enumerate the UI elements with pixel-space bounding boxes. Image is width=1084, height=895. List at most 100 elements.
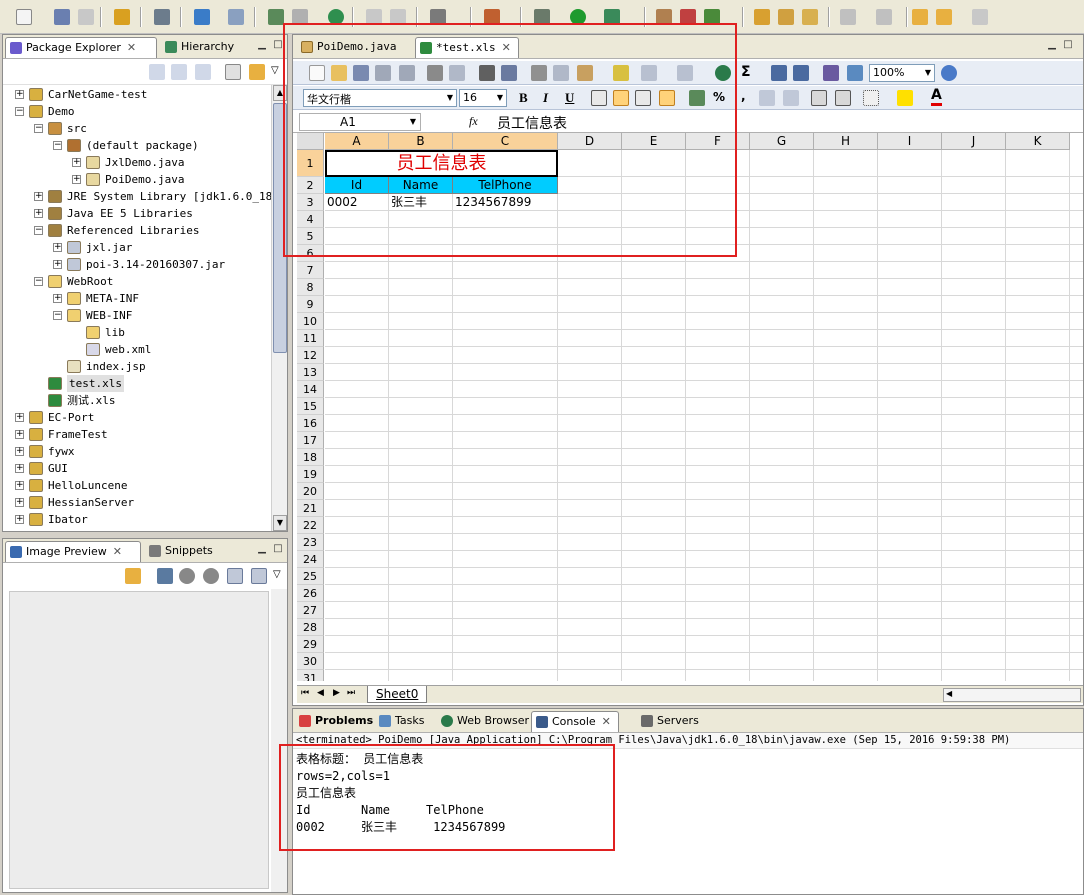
row-header[interactable]: 3: [297, 194, 324, 211]
tree-item[interactable]: − WEB-INF: [3, 307, 271, 324]
up-icon[interactable]: [195, 64, 211, 80]
merge-center-icon[interactable]: [659, 90, 675, 106]
folder-icon[interactable]: [802, 9, 818, 25]
collapse-icon[interactable]: −: [15, 107, 24, 116]
new-class-icon[interactable]: [656, 9, 672, 25]
cell-a2[interactable]: Id: [325, 177, 389, 194]
help-icon[interactable]: [941, 65, 957, 81]
tree-item[interactable]: test.xls: [3, 375, 271, 392]
tree-item[interactable]: + Java EE 5 Libraries: [3, 205, 271, 222]
open-folder-icon[interactable]: [754, 9, 770, 25]
formula-input[interactable]: 员工信息表: [497, 113, 567, 133]
row-header[interactable]: 16: [297, 415, 324, 432]
tab-poidemo-java[interactable]: PoiDemo.java: [297, 37, 413, 58]
close-icon[interactable]: ✕: [113, 545, 122, 558]
close-icon[interactable]: ✕: [602, 715, 611, 728]
collapse-icon[interactable]: −: [53, 141, 62, 150]
cut-icon[interactable]: [531, 65, 547, 81]
autosum-icon[interactable]: Σ: [741, 64, 751, 80]
view-menu-icon[interactable]: ▽: [271, 65, 279, 76]
zoom-in-icon[interactable]: [203, 568, 219, 584]
row-header[interactable]: 28: [297, 619, 324, 636]
name-box[interactable]: A1 ▼: [299, 113, 421, 131]
window-icon[interactable]: [292, 9, 308, 25]
collapse-icon[interactable]: −: [34, 124, 43, 133]
zoom-out-icon[interactable]: [179, 568, 195, 584]
borders-icon[interactable]: [863, 90, 879, 106]
search-icon[interactable]: [228, 9, 244, 25]
print-preview-icon[interactable]: [449, 65, 465, 81]
link-icon[interactable]: [125, 568, 141, 584]
sort-ascending-icon[interactable]: [771, 65, 787, 81]
print-icon[interactable]: [427, 65, 443, 81]
camera-icon[interactable]: [430, 9, 446, 25]
align-right-icon[interactable]: [635, 90, 651, 106]
column-header[interactable]: A: [325, 133, 389, 150]
function-icon[interactable]: fx: [469, 114, 478, 129]
row-header[interactable]: 22: [297, 517, 324, 534]
bold-button[interactable]: B: [519, 90, 528, 106]
expand-icon[interactable]: +: [15, 481, 24, 490]
maximize-icon[interactable]: □: [1061, 39, 1075, 53]
tree-item[interactable]: − (default package): [3, 137, 271, 154]
tree-item[interactable]: − Referenced Libraries: [3, 222, 271, 239]
fit-icon[interactable]: [157, 568, 173, 584]
column-header[interactable]: E: [622, 133, 686, 150]
tree-item[interactable]: + GUI: [3, 460, 271, 477]
research-icon[interactable]: [501, 65, 517, 81]
tree-item[interactable]: + EC-Port: [3, 409, 271, 426]
tree-item[interactable]: + HelloLuncene: [3, 477, 271, 494]
tree-item[interactable]: + jxl.jar: [3, 239, 271, 256]
cell-b2[interactable]: Name: [389, 177, 453, 194]
tree-item[interactable]: + META-INF: [3, 290, 271, 307]
select-all-corner[interactable]: [297, 133, 324, 150]
minimize-icon[interactable]: ▁: [1045, 39, 1059, 53]
tree-item[interactable]: + JRE System Library [jdk1.6.0_18]: [3, 188, 271, 205]
refresh-icon[interactable]: [704, 9, 720, 25]
mail-icon[interactable]: [399, 65, 415, 81]
tab-problems[interactable]: Problems: [295, 711, 373, 732]
link-editor-icon[interactable]: [249, 64, 265, 80]
close-icon[interactable]: ✕: [127, 41, 136, 54]
hyperlink-icon[interactable]: [715, 65, 731, 81]
wizard-icon[interactable]: [484, 9, 500, 25]
scroll-thumb[interactable]: [273, 103, 287, 353]
tree-item[interactable]: + CarNetGame-test: [3, 86, 271, 103]
paste-icon[interactable]: [577, 65, 593, 81]
currency-icon[interactable]: [689, 90, 705, 106]
tree-item[interactable]: + fywx: [3, 443, 271, 460]
next-sheet-icon[interactable]: ▶: [333, 688, 340, 698]
sort-descending-icon[interactable]: [793, 65, 809, 81]
tab-web-browser[interactable]: Web Browser: [437, 711, 529, 732]
tree-item[interactable]: + Ibator: [3, 511, 271, 528]
column-header[interactable]: G: [750, 133, 814, 150]
row-header[interactable]: 17: [297, 432, 324, 449]
tab-console[interactable]: Console ✕: [531, 711, 619, 732]
tab-package-explorer[interactable]: Package Explorer ✕: [5, 37, 157, 58]
horizontal-scrollbar[interactable]: ◀: [943, 688, 1081, 702]
row-header[interactable]: 15: [297, 398, 324, 415]
expand-icon[interactable]: +: [15, 413, 24, 422]
row-header[interactable]: 11: [297, 330, 324, 347]
row-header[interactable]: 5: [297, 228, 324, 245]
row-header[interactable]: 7: [297, 262, 324, 279]
expand-icon[interactable]: +: [72, 158, 81, 167]
row-header[interactable]: 19: [297, 466, 324, 483]
row-header[interactable]: 20: [297, 483, 324, 500]
debug-icon[interactable]: [534, 9, 550, 25]
collapse-all-icon[interactable]: [225, 64, 241, 80]
last-edit-icon[interactable]: [912, 9, 928, 25]
actual-size-icon[interactable]: [227, 568, 243, 584]
expand-icon[interactable]: +: [15, 90, 24, 99]
cell-a3[interactable]: 0002: [327, 194, 389, 211]
row-header[interactable]: 13: [297, 364, 324, 381]
tab-image-preview[interactable]: Image Preview ✕: [5, 541, 141, 562]
row-header[interactable]: 31: [297, 670, 324, 681]
cut-icon[interactable]: [366, 9, 382, 25]
scroll-down-icon[interactable]: ▼: [273, 515, 287, 531]
font-name-select[interactable]: 华文行楷 ▼: [303, 89, 457, 107]
expand-icon[interactable]: +: [15, 515, 24, 524]
tree-item[interactable]: − WebRoot: [3, 273, 271, 290]
row-header[interactable]: 14: [297, 381, 324, 398]
minimize-icon[interactable]: ▁: [255, 39, 269, 53]
